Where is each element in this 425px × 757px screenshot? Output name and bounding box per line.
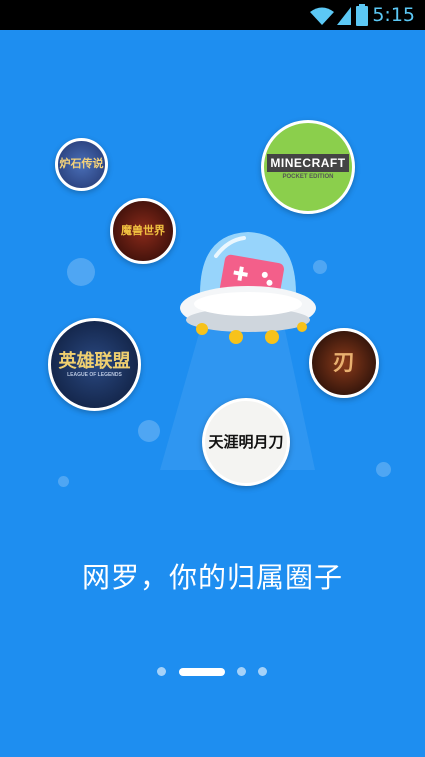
game-label: 炉石传说: [59, 158, 104, 170]
page-indicator: [0, 666, 425, 678]
page-dot[interactable]: [258, 667, 267, 676]
game-sublabel: POCKET EDITION: [282, 174, 334, 180]
game-circle-hearthstone[interactable]: 炉石传说: [55, 138, 108, 191]
ufo-gamepad-icon: [180, 232, 316, 344]
game-label: 刃: [332, 350, 355, 375]
signal-icon: [337, 7, 351, 25]
game-label: 天涯明月刀: [208, 432, 284, 451]
game-label: 英雄联盟: [58, 350, 131, 371]
game-circle-league-of-legends[interactable]: 英雄联盟 LEAGUE OF LEGENDS: [48, 318, 141, 411]
status-bar: 5:15: [0, 0, 425, 30]
onboarding-tagline: 网罗，你的归属圈子: [81, 561, 343, 594]
status-time: 5:15: [372, 4, 415, 26]
wifi-icon: [310, 7, 334, 25]
battery-icon: [356, 4, 368, 26]
page-dot[interactable]: [157, 667, 166, 676]
page-dot-active[interactable]: [179, 668, 225, 676]
game-circle-moonlight-blade[interactable]: 天涯明月刀: [202, 398, 290, 486]
game-label: MINECRAFT: [267, 154, 349, 172]
game-circle-warcraft[interactable]: 魔兽世界: [110, 198, 176, 264]
game-label: 魔兽世界: [121, 224, 165, 237]
game-circle-minecraft[interactable]: MINECRAFT POCKET EDITION: [261, 120, 355, 214]
game-circle-dark-game[interactable]: 刃: [309, 328, 379, 398]
onboarding-screen: 炉石传说 魔兽世界 MINECRAFT POCKET EDITION 英雄联盟 …: [0, 30, 425, 757]
page-dot[interactable]: [237, 667, 246, 676]
game-sublabel: LEAGUE OF LEGENDS: [67, 371, 122, 378]
